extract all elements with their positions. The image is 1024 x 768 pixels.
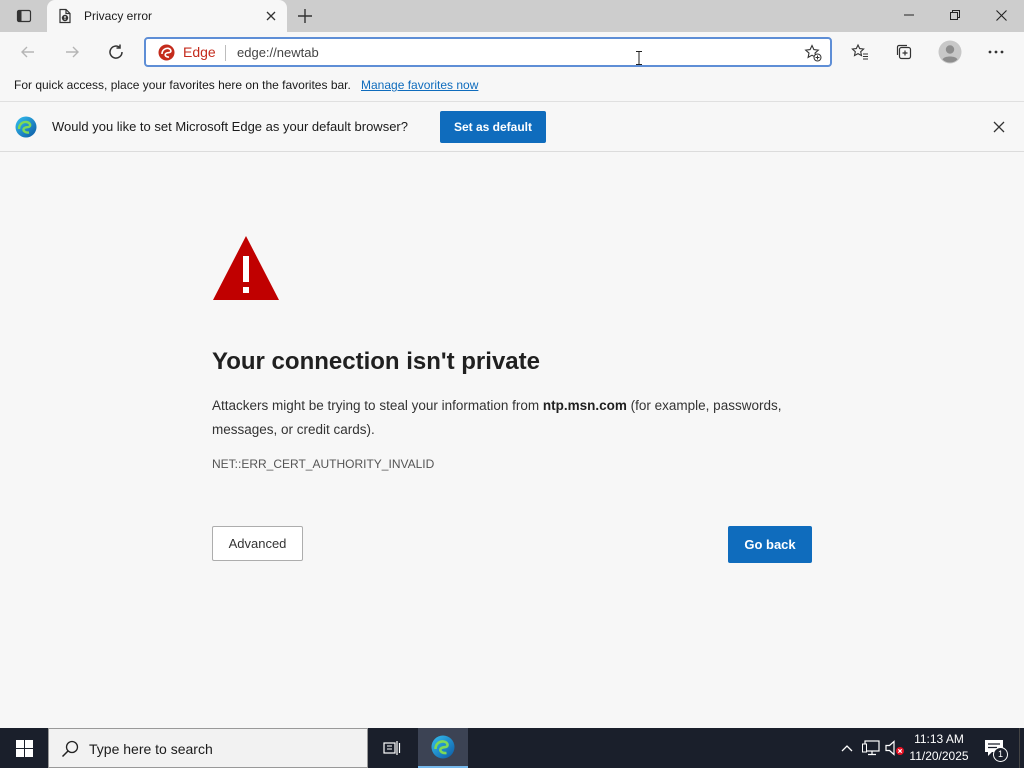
collections-icon [896, 44, 912, 60]
start-button[interactable] [0, 728, 48, 768]
close-icon [995, 9, 1007, 21]
show-hidden-icons-button[interactable] [838, 738, 856, 758]
windows-logo-icon [15, 739, 33, 757]
taskbar-clock[interactable]: 11:13 AM 11/20/2025 [908, 731, 970, 765]
error-description: Attackers might be trying to steal your … [212, 394, 822, 442]
back-icon [21, 46, 34, 58]
default-browser-infobar: Would you like to set Microsoft Edge as … [0, 102, 1024, 152]
chevron-up-icon [841, 745, 853, 752]
edge-error-icon [158, 44, 175, 60]
url-text[interactable]: edge://newtab [237, 45, 319, 60]
browser-toolbar: Edge edge://newtab [0, 32, 1024, 72]
restore-button[interactable] [932, 0, 978, 30]
task-view-button[interactable] [372, 728, 412, 768]
clock-date: 11/20/2025 [909, 749, 969, 763]
minimize-button[interactable] [886, 0, 932, 30]
taskbar: Type here to search 11:13 AM 11/20/2025 … [0, 728, 1024, 768]
search-icon [61, 740, 79, 758]
warning-document-icon [59, 8, 71, 24]
network-icon [862, 740, 880, 756]
site-info-label: Edge [183, 44, 216, 60]
restore-icon [950, 10, 960, 20]
infobar-message: Would you like to set Microsoft Edge as … [52, 119, 408, 134]
more-icon [988, 50, 1004, 54]
add-favorite-button[interactable] [802, 42, 824, 64]
text-cursor-icon [636, 51, 642, 65]
error-hostname: ntp.msn.com [542, 398, 627, 413]
network-button[interactable] [861, 738, 881, 758]
new-tab-button[interactable] [290, 4, 320, 28]
star-add-icon [804, 44, 822, 62]
forward-icon [66, 46, 79, 58]
tab-actions-icon [16, 9, 32, 23]
tab-title: Privacy error [84, 9, 153, 23]
edge-logo-icon [15, 116, 37, 138]
profile-button[interactable] [934, 36, 966, 68]
taskbar-search-box[interactable]: Type here to search [48, 728, 368, 768]
site-info-badge[interactable]: Edge [158, 44, 216, 60]
favorites-bar: For quick access, place your favorites h… [0, 72, 1024, 102]
error-code[interactable]: NET::ERR_CERT_AUTHORITY_INVALID [212, 457, 434, 471]
back-button[interactable] [12, 36, 44, 68]
advanced-button[interactable]: Advanced [212, 526, 303, 561]
error-heading: Your connection isn't private [212, 348, 540, 375]
volume-muted-icon [885, 740, 904, 756]
address-divider [225, 45, 226, 61]
show-desktop-button[interactable] [1019, 728, 1024, 768]
error-description-text: Attackers might be trying to steal your … [212, 398, 543, 413]
go-back-button[interactable]: Go back [728, 526, 812, 563]
set-as-default-button[interactable]: Set as default [440, 111, 546, 143]
warning-triangle-icon [213, 236, 279, 300]
close-window-button[interactable] [978, 0, 1024, 30]
infobar-close-button[interactable] [990, 118, 1008, 136]
minimize-icon [904, 14, 914, 16]
refresh-button[interactable] [100, 36, 132, 68]
search-placeholder: Type here to search [89, 741, 213, 757]
favorites-bar-message: For quick access, place your favorites h… [14, 78, 351, 92]
title-bar: Privacy error [0, 0, 1024, 32]
plus-icon [298, 9, 312, 23]
address-bar[interactable]: Edge edge://newtab [144, 37, 832, 67]
refresh-icon [109, 44, 123, 59]
tab-actions-button[interactable] [8, 4, 40, 28]
error-page: Your connection isn't private Attackers … [0, 152, 1024, 728]
edge-taskbar-button[interactable] [418, 728, 468, 768]
favorites-button[interactable] [844, 36, 876, 68]
close-icon [993, 121, 1005, 133]
close-icon [266, 11, 276, 21]
profile-icon [938, 40, 962, 64]
clock-time: 11:13 AM [914, 732, 964, 746]
tab-privacy-error[interactable]: Privacy error [47, 0, 287, 32]
task-view-icon [383, 741, 401, 755]
forward-button[interactable] [56, 36, 88, 68]
volume-button[interactable] [885, 738, 905, 758]
favorites-icon [851, 43, 868, 60]
manage-favorites-link[interactable]: Manage favorites now [361, 78, 478, 92]
tab-close-button[interactable] [263, 8, 279, 24]
edge-logo-icon [431, 735, 455, 759]
notification-count-badge: 1 [993, 747, 1008, 762]
settings-more-button[interactable] [980, 36, 1012, 68]
collections-button[interactable] [888, 36, 920, 68]
